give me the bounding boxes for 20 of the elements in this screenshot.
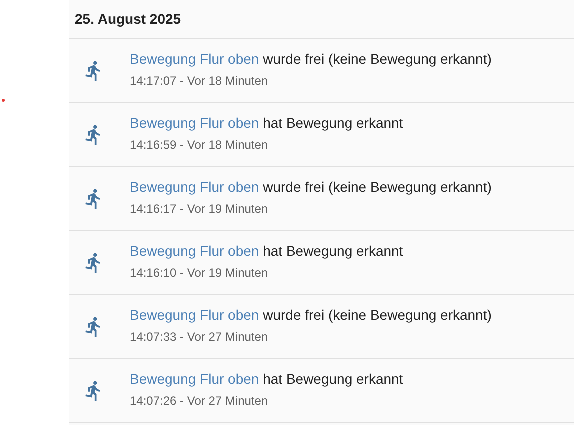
event-time: 14:17:07 - Vor 18 Minuten — [130, 74, 270, 88]
entity-link[interactable]: Bewegung Flur oben — [130, 242, 260, 258]
event-message: Bewegung Flur oben wurde frei (keine Bewegung erkannt) — [130, 306, 492, 322]
event-message: Bewegung Flur oben wurde frei (keine Bewegung erkannt) — [130, 178, 492, 194]
event-time: 14:07:26 - Vor 27 Minuten — [130, 394, 270, 408]
entity-link[interactable]: Bewegung Flur oben — [130, 114, 260, 130]
event-message: Bewegung Flur oben hat Bewegung erkannt — [130, 370, 404, 386]
event-message: Bewegung Flur oben wurde frei (keine Bewegung erkannt) — [130, 50, 492, 66]
date-header: 25. August 2025 — [69, 0, 574, 39]
event-time: 14:16:17 - Vor 19 Minuten — [130, 202, 270, 216]
event-time: 14:16:10 - Vor 19 Minuten — [130, 266, 270, 280]
event-time: 14:16:59 - Vor 18 Minuten — [130, 138, 270, 152]
event-time: 14:07:33 - Vor 27 Minuten — [130, 330, 270, 344]
dot-marker — [2, 99, 5, 102]
entity-link[interactable]: Bewegung Flur oben — [130, 370, 260, 386]
entity-link[interactable]: Bewegung Flur oben — [130, 306, 260, 322]
event-message: Bewegung Flur oben hat Bewegung erkannt — [130, 114, 404, 130]
entity-link[interactable]: Bewegung Flur oben — [130, 50, 260, 66]
entity-link[interactable]: Bewegung Flur oben — [130, 178, 260, 194]
event-message: Bewegung Flur oben hat Bewegung erkannt — [130, 242, 404, 258]
